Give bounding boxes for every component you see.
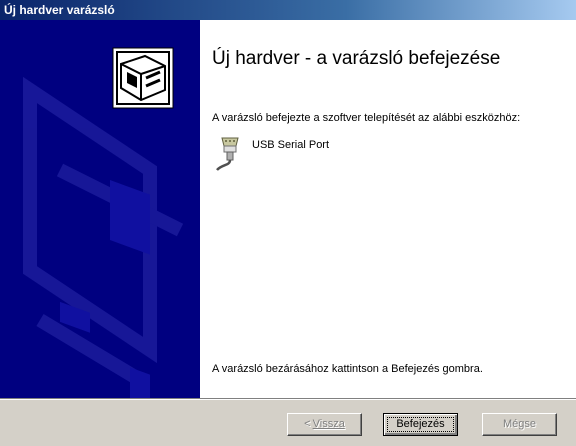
button-separator: [0, 398, 576, 400]
serial-port-plug-icon: [216, 137, 239, 171]
window-title: Új hardver varázsló: [4, 3, 115, 17]
back-button[interactable]: < Vissza: [287, 413, 362, 436]
device-list-item: USB Serial Port: [214, 132, 514, 172]
finish-button[interactable]: Befejezés: [383, 413, 458, 436]
device-name: USB Serial Port: [252, 139, 330, 151]
wizard-content: Új hardver - a varázsló befejezése A var…: [200, 20, 576, 398]
page-title: Új hardver - a varázsló befejezése: [212, 48, 501, 69]
cancel-button-label: Mégse: [502, 418, 537, 430]
finish-instruction: A varázsló bezárásához kattintson a Befe…: [212, 363, 483, 375]
wizard-banner: [0, 20, 200, 398]
focus-rect: [387, 417, 454, 432]
title-bar[interactable]: Új hardver varázsló: [0, 0, 576, 20]
wizard-window: Új hardver varázsló Új hardver - a varáz…: [0, 0, 576, 446]
intro-text: A varázsló befejezte a szoftver telepíté…: [212, 112, 521, 124]
banner-graphic: [23, 47, 184, 398]
cancel-button[interactable]: Mégse: [482, 413, 557, 436]
back-arrow-icon: <: [304, 418, 311, 430]
back-button-label: Vissza: [312, 418, 345, 430]
hardware-icon: [112, 47, 174, 109]
